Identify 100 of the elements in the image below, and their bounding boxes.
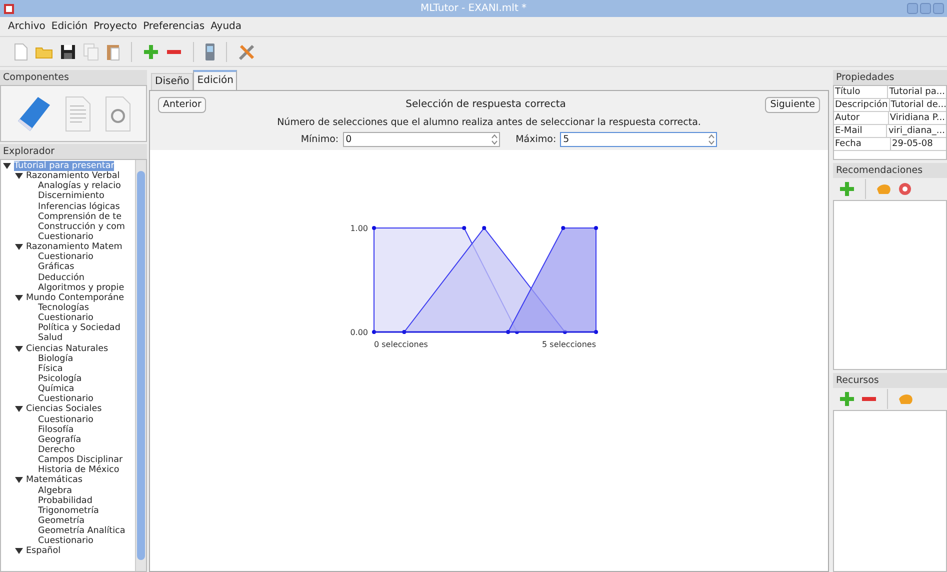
tree-item[interactable]: Español <box>26 546 61 556</box>
property-name: Título <box>834 86 888 98</box>
tree-item[interactable]: Deducción <box>38 272 84 283</box>
tree-item[interactable]: Geometría Analítica <box>38 526 126 536</box>
tree-item[interactable]: Salud <box>38 333 63 344</box>
menu-item[interactable]: Ayuda <box>210 19 242 34</box>
expander-icon[interactable] <box>15 548 23 554</box>
tree-item[interactable]: Cuestionario <box>38 232 94 242</box>
expander-icon[interactable] <box>15 406 23 412</box>
menu-item[interactable]: Proyecto <box>94 19 138 34</box>
property-name: Fecha <box>834 138 891 150</box>
tree-item[interactable]: Biología <box>38 354 74 364</box>
axis-label: 5 selecciones <box>542 340 596 350</box>
expander-icon[interactable] <box>15 477 23 484</box>
number-field[interactable]: 0 <box>342 132 500 148</box>
save-icon[interactable] <box>60 44 76 60</box>
property-value[interactable]: 29-05-08 <box>891 138 946 150</box>
close-icon[interactable] <box>933 3 944 14</box>
panel-header: Explorador <box>0 144 147 159</box>
tree-item[interactable]: Filosofía <box>38 424 74 435</box>
tree-item[interactable]: Geometría <box>38 516 84 526</box>
folder-icon[interactable] <box>35 44 53 58</box>
next-button[interactable]: Siguiente <box>765 97 820 113</box>
expander-icon[interactable] <box>15 294 23 301</box>
tree-item[interactable]: Trigonometría <box>38 506 99 516</box>
property-name: Descripción <box>834 99 890 111</box>
tree-item[interactable]: Inferencias lógicas <box>38 202 120 212</box>
tree-item[interactable]: Cuestionario <box>38 536 94 546</box>
menu-item[interactable]: Edición <box>51 19 88 34</box>
number-field[interactable]: 5 <box>560 132 718 148</box>
tree-item[interactable]: Ciencias Naturales <box>26 344 108 354</box>
tree-item[interactable]: Historia de México <box>38 465 120 476</box>
axis-label: 1.00 <box>350 224 368 234</box>
stop-icon[interactable] <box>898 182 912 196</box>
panel-header: Recomendaciones <box>833 163 947 178</box>
tree-item[interactable]: Cuestionario <box>38 313 94 324</box>
panel-header: Recursos <box>833 373 947 388</box>
panel-header: Propiedades <box>833 70 947 85</box>
property-name: Autor <box>834 112 889 124</box>
tree-item[interactable]: Cuestionario <box>38 414 94 425</box>
expander-icon[interactable] <box>15 244 23 250</box>
previous-button[interactable]: Anterior <box>158 97 206 113</box>
property-value[interactable]: Tutorial pa... <box>888 86 946 98</box>
app-icon[interactable] <box>3 2 15 14</box>
tree-item[interactable]: Campos Disciplinar <box>38 455 123 466</box>
tree-item[interactable]: Razonamiento Matem <box>26 242 122 252</box>
spinner-arrows-icon[interactable] <box>707 133 716 146</box>
axis-label: 0.00 <box>350 328 368 338</box>
property-value[interactable]: Viridiana P... <box>888 112 946 124</box>
plus-icon[interactable] <box>839 391 855 407</box>
tree-item[interactable]: Probabilidad <box>38 496 92 506</box>
media-file-icon[interactable] <box>105 96 132 132</box>
minimize-icon[interactable] <box>907 3 918 14</box>
tree-item[interactable]: Cuestionario <box>38 394 94 404</box>
tree-item[interactable]: Geografía <box>38 434 82 445</box>
tree-item[interactable]: Gráficas <box>38 262 74 272</box>
tree-item[interactable]: Mundo Contemporáne <box>26 292 124 303</box>
window-title: MLTutor - EXANI.mlt * <box>420 2 527 16</box>
tree-item[interactable]: Cuestionario <box>38 252 94 262</box>
paste-icon[interactable] <box>106 42 120 60</box>
spinner-arrows-icon[interactable] <box>490 133 499 146</box>
tree-item[interactable]: Política y Sociedad <box>38 323 120 334</box>
menu-item[interactable]: Preferencias <box>143 19 205 34</box>
expander-icon[interactable] <box>15 346 23 352</box>
section-title: Selección de respuesta correcta <box>404 98 567 112</box>
tree-item[interactable]: Ciencias Sociales <box>26 404 102 414</box>
tree-item[interactable]: Matemáticas <box>26 475 83 486</box>
expander-icon[interactable] <box>3 163 11 170</box>
tree-item[interactable]: Comprensión de te <box>38 212 122 222</box>
resources-list[interactable] <box>833 410 947 572</box>
tree-item[interactable]: Algoritmos y propie <box>38 282 124 293</box>
field-label: Mínimo: <box>300 132 339 147</box>
axis-label: 0 selecciones <box>374 340 428 350</box>
maximize-icon[interactable] <box>920 3 931 14</box>
tree-item[interactable]: Física <box>38 364 63 374</box>
tree-item[interactable]: Psicología <box>38 374 82 384</box>
scrollbar[interactable] <box>135 160 146 571</box>
field-label: Máximo: <box>516 132 556 147</box>
menu-item[interactable]: Archivo <box>8 19 46 34</box>
tree-item[interactable]: Algebra <box>38 486 72 496</box>
tree-item[interactable]: Derecho <box>38 445 75 455</box>
tree-item[interactable]: Razonamiento Verbal <box>26 171 120 182</box>
panel-header: Componentes <box>0 70 147 85</box>
tree-item[interactable]: Discernimiento <box>38 191 104 202</box>
description-text: Número de selecciones que el alumno realiza antes de seleccionar la respuesta correcta. <box>276 116 702 130</box>
plus-icon[interactable] <box>839 181 855 197</box>
tab[interactable]: Edición <box>193 70 238 90</box>
recommendations-list[interactable] <box>833 200 947 370</box>
tree-item[interactable]: Analogías y relacio <box>38 181 121 192</box>
property-value[interactable]: Tutorial de... <box>890 99 947 111</box>
tree-item[interactable]: Construcción y com <box>38 222 125 232</box>
tree-item[interactable]: Química <box>38 384 74 394</box>
plus-icon[interactable] <box>143 44 159 60</box>
tab[interactable]: Diseño <box>151 73 194 90</box>
document-icon[interactable] <box>65 96 92 132</box>
new-file-icon[interactable] <box>14 42 28 60</box>
tools-icon[interactable] <box>238 42 256 60</box>
phone-icon[interactable] <box>205 42 215 60</box>
property-value[interactable]: viri_diana_... <box>887 125 946 137</box>
tree-item[interactable]: Tecnologías <box>38 303 89 314</box>
